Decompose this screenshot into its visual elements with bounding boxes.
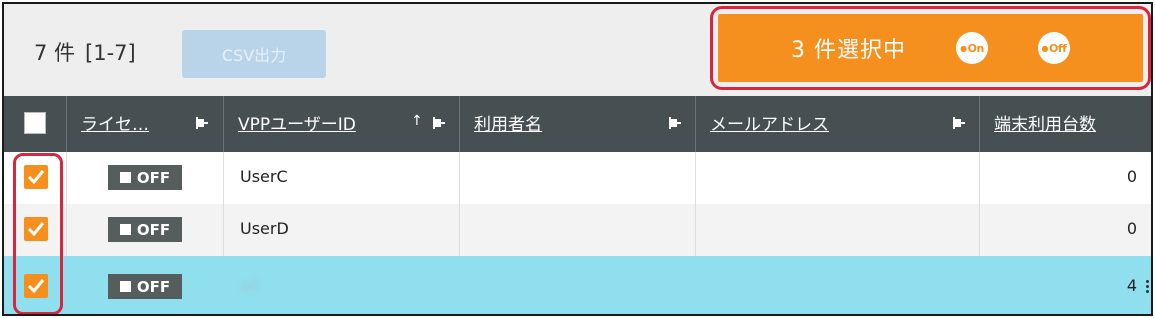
selection-annotation: 3 件選択中 ● On ● Off	[710, 6, 1151, 90]
vpp-user-id: UserC	[240, 167, 288, 186]
square-icon	[119, 224, 131, 235]
license-status-badge[interactable]: OFF	[108, 165, 182, 190]
pin-icon[interactable]	[668, 116, 682, 130]
pin-icon[interactable]	[952, 116, 966, 130]
select-all-checkbox[interactable]	[24, 112, 46, 134]
record-count: 7 件 [1-7]	[34, 37, 136, 67]
vpp-user-id: UserD	[240, 219, 289, 238]
table-row[interactable]: OFF UserC 0	[4, 152, 1151, 204]
column-header-email[interactable]: メールアドレス	[695, 96, 979, 152]
total-count: 7 件	[34, 41, 76, 65]
table-row[interactable]: OFF UserD 0	[4, 204, 1151, 256]
column-header-device-count[interactable]: 端末利用台数	[979, 96, 1151, 152]
license-on-button[interactable]: ● On	[956, 32, 988, 64]
record-range: [1-7]	[85, 41, 136, 65]
column-label-email[interactable]: メールアドレス	[710, 110, 829, 135]
square-icon	[119, 172, 131, 183]
row-checkbox[interactable]	[24, 165, 48, 189]
user-name-cell	[459, 152, 695, 204]
column-label-license[interactable]: ライセ…	[81, 110, 149, 135]
row-checkbox[interactable]	[24, 274, 48, 298]
selected-count-text: 3 件選択中	[791, 38, 906, 63]
table-header: ライセ… VPPユーザーID ↑ 利用者名 メールアドレス 端末利用台数	[4, 96, 1151, 152]
column-header-user-name[interactable]: 利用者名	[459, 96, 695, 152]
device-count: 4	[1126, 276, 1137, 295]
power-on-icon: ●	[960, 43, 967, 53]
pin-icon[interactable]	[432, 116, 446, 130]
column-label-user-name[interactable]: 利用者名	[474, 110, 542, 135]
column-label-device-count[interactable]: 端末利用台数	[994, 110, 1096, 135]
row-checkbox[interactable]	[24, 217, 48, 241]
checkmark-icon	[27, 222, 45, 237]
sort-ascending-icon[interactable]: ↑	[411, 113, 423, 129]
device-count-cell	[979, 152, 1151, 204]
email-cell	[695, 204, 979, 256]
table-row[interactable]: OFF all 4	[4, 256, 1151, 314]
email-cell	[695, 152, 979, 204]
license-off-button[interactable]: ● Off	[1038, 32, 1070, 64]
selection-banner: 3 件選択中 ● On ● Off	[718, 14, 1143, 82]
license-status-badge[interactable]: OFF	[108, 274, 182, 299]
license-status-badge[interactable]: OFF	[108, 217, 182, 242]
column-header-license[interactable]: ライセ…	[66, 96, 223, 152]
column-header-vpp-user-id[interactable]: VPPユーザーID ↑	[223, 96, 459, 152]
device-count: 0	[1126, 167, 1137, 186]
device-count-cell	[979, 204, 1151, 256]
power-off-icon: ●	[1041, 43, 1049, 53]
row-menu-icon[interactable]	[1146, 280, 1150, 296]
device-count: 0	[1126, 219, 1137, 238]
column-label-vpp-user-id[interactable]: VPPユーザーID	[238, 110, 356, 135]
pin-icon[interactable]	[195, 116, 209, 130]
checkmark-icon	[27, 279, 45, 294]
user-name-cell	[459, 204, 695, 256]
data-table-panel: 7 件 [1-7] CSV出力 3 件選択中 ● On ● Off ライセ… VPPユ	[2, 2, 1153, 316]
vpp-user-id: all	[240, 276, 259, 295]
csv-export-button[interactable]: CSV出力	[182, 30, 326, 78]
checkmark-icon	[27, 170, 45, 185]
square-icon	[119, 281, 131, 292]
toolbar: 7 件 [1-7] CSV出力 3 件選択中 ● On ● Off	[4, 4, 1151, 96]
